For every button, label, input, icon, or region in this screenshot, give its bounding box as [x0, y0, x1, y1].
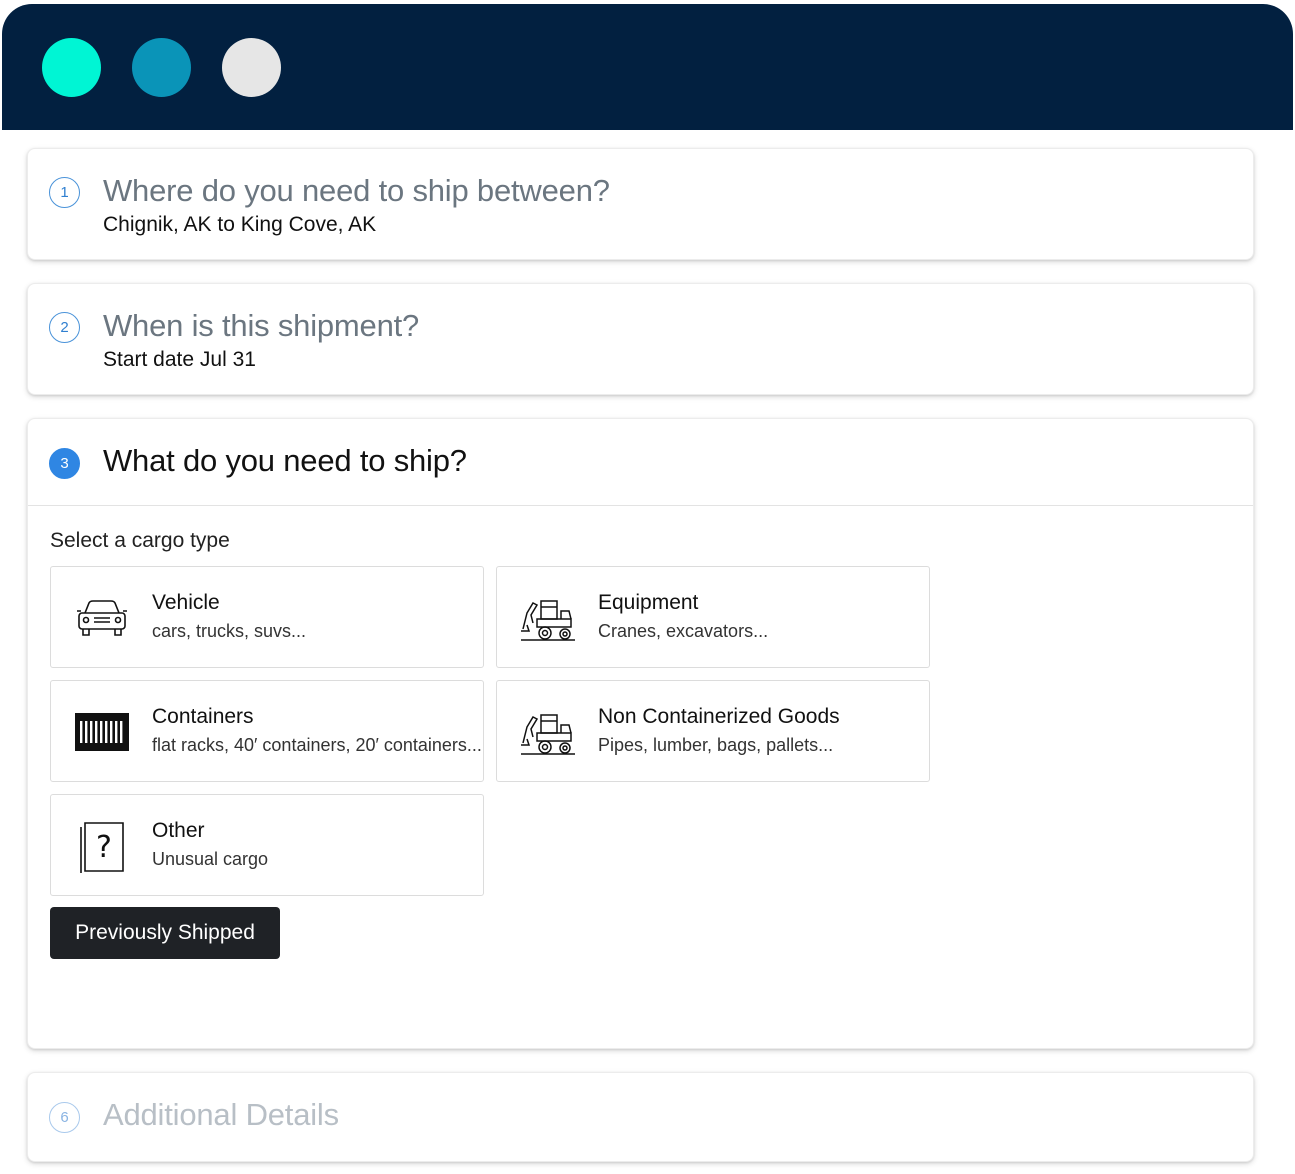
step-card-date[interactable]: 2 When is this shipment? Start date Jul … [27, 283, 1254, 395]
step-number-badge: 2 [49, 312, 80, 343]
cargo-option-other[interactable]: ? Other Unusual cargo [50, 794, 484, 896]
cargo-option-desc: Unusual cargo [152, 849, 269, 869]
step-card-route[interactable]: 1 Where do you need to ship between? Chi… [27, 148, 1254, 260]
step-title: What do you need to ship? [103, 443, 467, 478]
container-icon [75, 713, 129, 751]
divider [28, 505, 1253, 506]
cargo-option-desc: flat racks, 40′ containers, 20′ containe… [152, 735, 482, 755]
step-number-badge: 6 [49, 1102, 80, 1133]
question-box-icon: ? [80, 822, 124, 873]
car-icon [77, 600, 127, 636]
step-card-cargo: 3 What do you need to ship? Select a car… [27, 418, 1254, 1049]
step-number-badge: 3 [49, 448, 80, 479]
step-card-additional-details[interactable]: 6 Additional Details [27, 1072, 1254, 1162]
cargo-option-name: Non Containerized Goods [598, 705, 840, 728]
cargo-option-name: Equipment [598, 591, 699, 614]
cargo-option-name: Vehicle [152, 591, 220, 614]
cargo-option-name: Other [152, 819, 205, 842]
cargo-option-non-containerized[interactable]: Non Containerized Goods Pipes, lumber, b… [496, 680, 930, 782]
cargo-type-label: Select a cargo type [50, 529, 230, 552]
step-title: Where do you need to ship between? [103, 173, 610, 208]
previously-shipped-button[interactable]: Previously Shipped [50, 907, 280, 959]
step-title: When is this shipment? [103, 308, 420, 343]
cargo-option-desc: Pipes, lumber, bags, pallets... [598, 735, 834, 755]
excavator-icon [521, 714, 575, 755]
cargo-option-containers[interactable]: Containers flat racks, 40′ containers, 2… [50, 680, 484, 782]
title-bar [2, 4, 1293, 130]
window-dot-blue [132, 38, 191, 97]
cargo-option-name: Containers [152, 705, 254, 728]
cargo-option-vehicle[interactable]: Vehicle cars, trucks, suvs... [50, 566, 484, 668]
svg-text:?: ? [96, 830, 112, 865]
excavator-icon [521, 600, 575, 641]
window-dot-teal [42, 38, 101, 97]
cargo-option-equipment[interactable]: Equipment Cranes, excavators... [496, 566, 930, 668]
window-dot-gray [222, 38, 281, 97]
cargo-option-desc: cars, trucks, suvs... [152, 621, 307, 641]
step-summary: Chignik, AK to King Cove, AK [103, 213, 377, 236]
step-title: Additional Details [103, 1097, 339, 1132]
step-summary: Start date Jul 31 [103, 348, 256, 371]
cargo-option-desc: Cranes, excavators... [598, 621, 769, 641]
step-number-badge: 1 [49, 177, 80, 208]
